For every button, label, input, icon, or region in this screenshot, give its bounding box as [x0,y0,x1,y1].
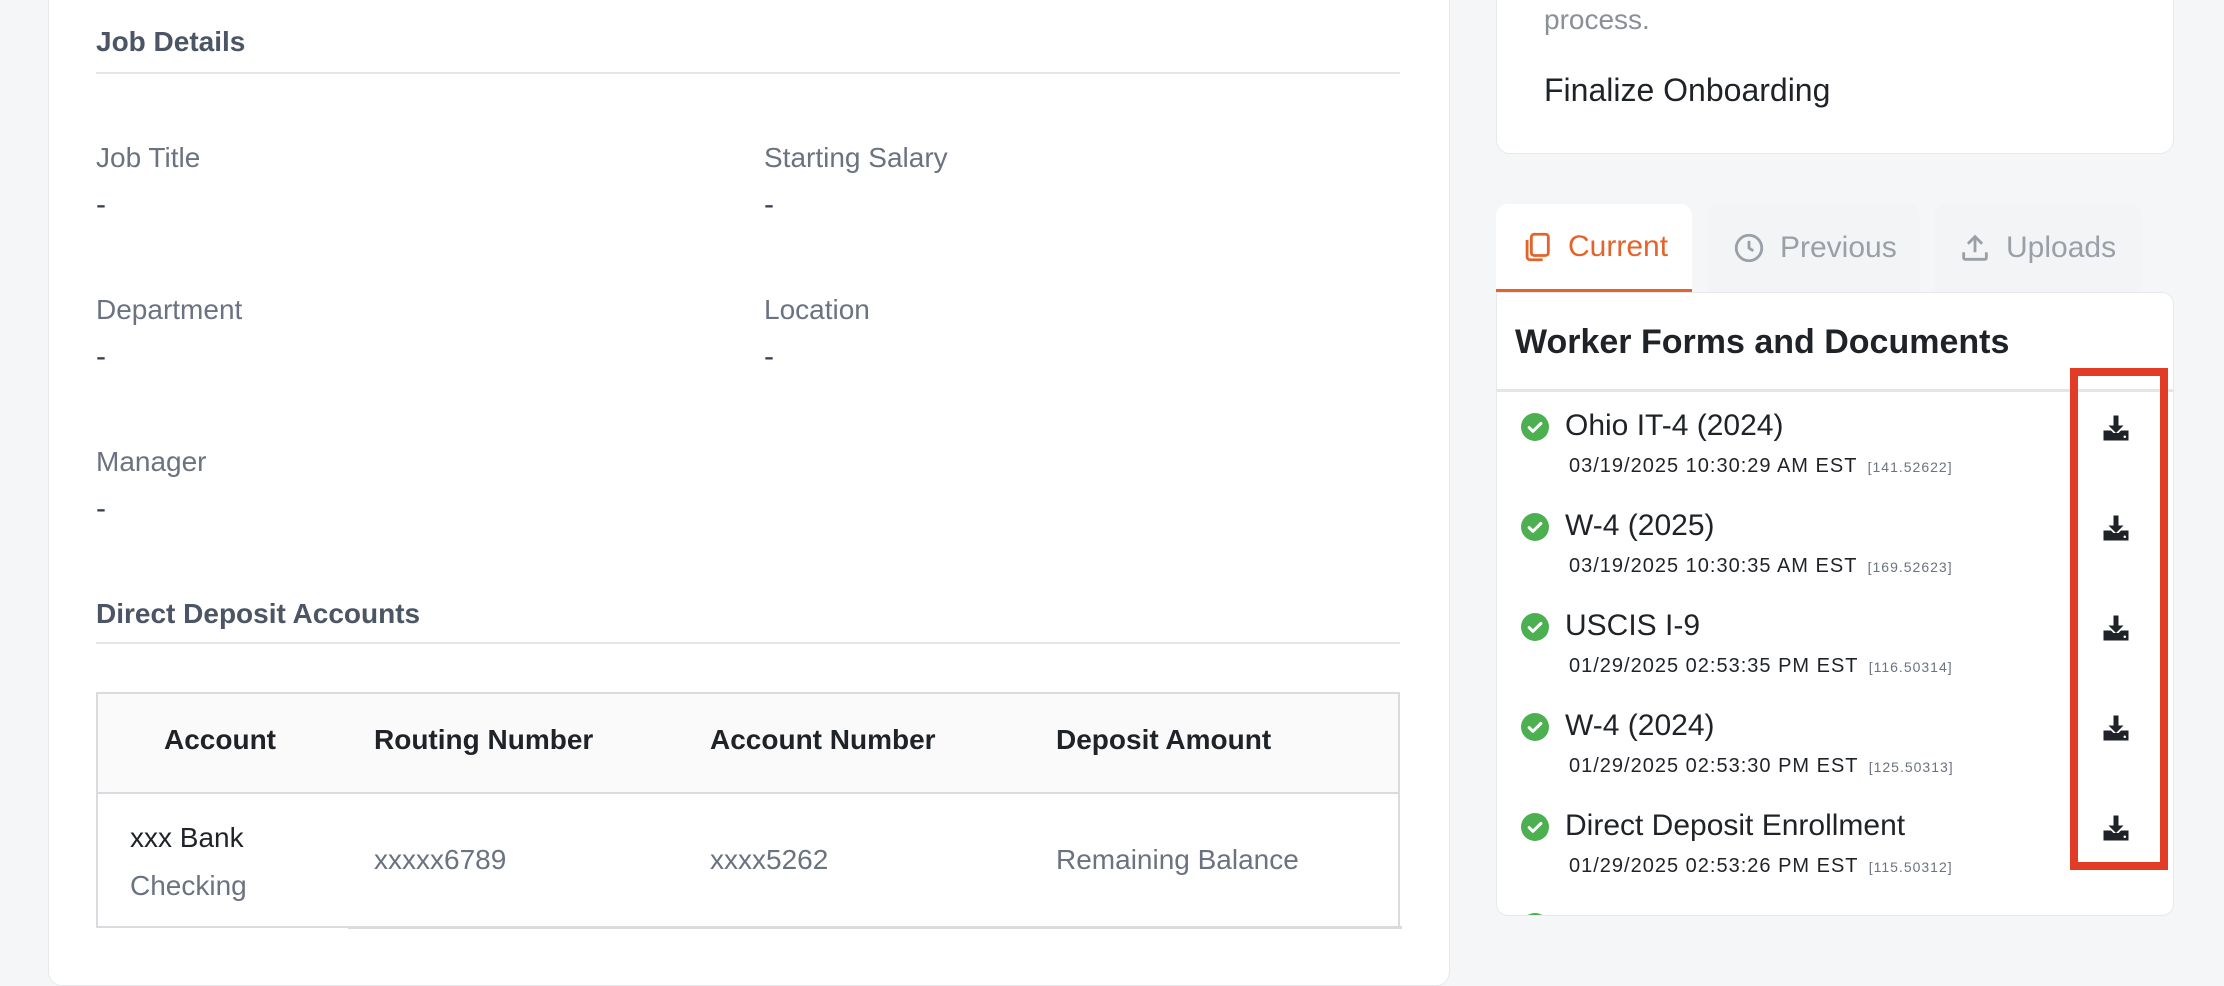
document-code: [115.50312] [1868,859,1953,875]
documents-title: Worker Forms and Documents [1515,323,2010,361]
location-value: - [764,340,774,373]
job-details-title: Job Details [96,26,246,57]
list-item: USCIS I-9 01/29/2025 02:53:35 PM EST [11… [1497,603,2173,703]
check-circle-icon [1521,413,1549,441]
list-item-partial [1497,903,2173,916]
document-timestamp: 03/19/2025 10:30:29 AM EST [141.52622] [1569,455,1953,477]
tab-previous[interactable]: Previous [1708,204,1920,292]
document-name[interactable]: USCIS I-9 [1565,609,1700,643]
documents-divider [1497,389,2173,392]
download-icon[interactable] [2101,413,2131,443]
download-icon[interactable] [2101,913,2131,916]
check-circle-icon [1521,513,1549,541]
download-icon[interactable] [2101,613,2131,643]
starting-salary-label: Starting Salary [764,142,948,173]
document-name[interactable]: W-4 (2025) [1565,509,1715,543]
tab-current[interactable]: Current [1496,204,1692,292]
column-header-routing-number: Routing Number [374,724,594,755]
finalize-onboarding-link[interactable]: Finalize Onboarding [1544,72,1830,109]
document-timestamp: 01/29/2025 02:53:35 PM EST [116.50314] [1569,655,1953,677]
job-title-value: - [96,188,106,221]
manager-value: - [96,492,106,525]
direct-deposit-title: Direct Deposit Accounts [96,598,421,629]
list-item: W-4 (2025) 03/19/2025 10:30:35 AM EST [1… [1497,503,2173,603]
location-label: Location [764,294,870,325]
upload-icon [1962,234,1988,261]
column-header-deposit-amount: Deposit Amount [1056,724,1272,755]
check-circle-icon [1521,613,1549,641]
deposit-amount: Remaining Balance [1056,844,1299,875]
document-name[interactable]: Direct Deposit Enrollment [1565,809,1905,843]
document-name[interactable]: W-4 (2024) [1565,709,1715,743]
download-icon[interactable] [2101,713,2131,743]
tab-uploads[interactable]: Uploads [1934,204,2142,292]
department-value: - [96,340,106,373]
documents-panel: Worker Forms and Documents Ohio IT-4 (20… [1496,292,2174,916]
job-title-label: Job Title [96,142,201,173]
column-header-account: Account [164,724,276,755]
document-timestamp: 03/19/2025 10:30:35 AM EST [169.52623] [1569,555,1953,577]
column-header-account-number: Account Number [710,724,936,755]
copy-icon [1525,232,1550,261]
tab-previous-label: Previous [1780,231,1897,264]
table-bottom-rule [348,926,1402,929]
bank-name: xxx Bank [130,822,244,853]
check-circle-icon [1521,813,1549,841]
tab-current-label: Current [1568,229,1669,263]
document-code: [141.52622] [1867,459,1953,475]
download-icon[interactable] [2101,513,2131,543]
check-circle-icon [1521,713,1549,741]
document-name[interactable]: Ohio IT-4 (2024) [1565,409,1783,443]
list-item: Ohio IT-4 (2024) 03/19/2025 10:30:29 AM … [1497,403,2173,503]
starting-salary-value: - [764,188,774,221]
document-code: [116.50314] [1868,659,1953,675]
document-timestamp: 01/29/2025 02:53:30 PM EST [125.50313] [1569,755,1954,777]
routing-number: xxxxx6789 [374,844,507,875]
table-header: Account Routing Number Account Number De… [98,694,1398,794]
direct-deposit-divider [96,642,1400,644]
document-code: [125.50313] [1868,759,1954,775]
manager-label: Manager [96,446,207,477]
list-item: Direct Deposit Enrollment 01/29/2025 02:… [1497,803,2173,903]
process-text: process. [1544,4,1650,35]
account-type: Checking [130,870,247,901]
tab-uploads-label: Uploads [2006,231,2117,264]
document-code: [169.52623] [1867,559,1953,575]
account-number: xxxx5262 [710,844,829,875]
document-timestamp: 01/29/2025 02:53:26 PM EST [115.50312] [1569,855,1953,877]
department-label: Department [96,294,243,325]
check-circle-icon [1527,913,1543,915]
list-item: W-4 (2024) 01/29/2025 02:53:30 PM EST [1… [1497,703,2173,803]
direct-deposit-table: Account Routing Number Account Number De… [96,692,1402,929]
job-details-divider [96,72,1400,74]
clock-icon [1734,233,1764,263]
download-icon[interactable] [2101,813,2131,843]
